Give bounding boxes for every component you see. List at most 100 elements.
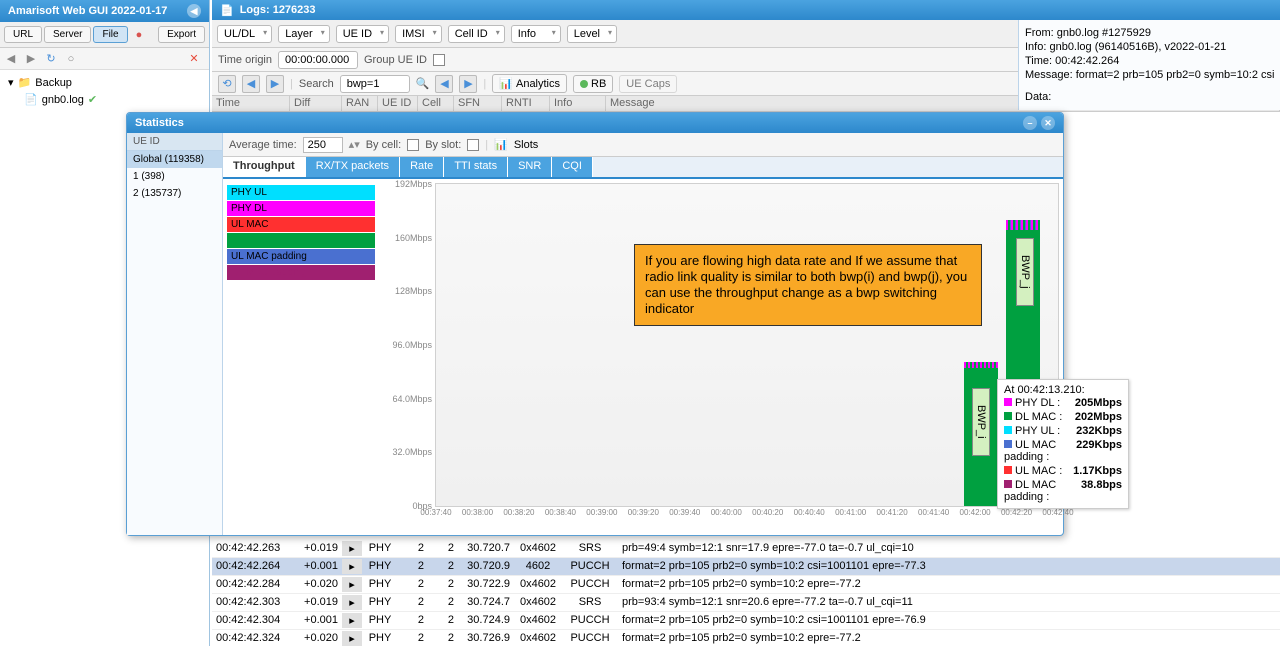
cell-ueid: 2 — [398, 541, 428, 556]
stats-header[interactable]: Statistics – ✕ — [127, 113, 1063, 133]
back-icon[interactable]: ◀ — [3, 51, 19, 67]
search-input[interactable]: bwp=1 — [340, 75, 410, 93]
cell-sfn: 30.724.7 — [458, 595, 514, 610]
separator: | — [485, 139, 488, 151]
ue-item-1[interactable]: 1 (398) — [127, 168, 222, 185]
col-info[interactable]: Info — [550, 96, 606, 111]
rb-button[interactable]: RB — [573, 75, 613, 93]
x-tick-label: 00:40:20 — [752, 508, 783, 517]
col-rnti[interactable]: RNTI — [502, 96, 550, 111]
slots-button[interactable]: Slots — [514, 139, 538, 151]
log-row[interactable]: 00:42:42.264+0.001▸PHY2230.720.94602PUCC… — [212, 558, 1280, 576]
col-cell[interactable]: Cell — [418, 96, 454, 111]
ue-item-2[interactable]: 2 (135737) — [127, 185, 222, 202]
avgtime-input[interactable]: 250 — [303, 137, 343, 153]
close-icon[interactable]: ✕ — [186, 51, 202, 67]
detail-message: Message: format=2 prb=105 prb2=0 symb=10… — [1025, 68, 1274, 82]
imsi-select[interactable]: IMSI — [395, 25, 442, 43]
legend-ulmacpad[interactable]: UL MAC padding — [227, 249, 375, 264]
next-icon[interactable]: ▶ — [266, 75, 284, 93]
tooltip-row: PHY DL :205Mbps — [1004, 396, 1122, 410]
url-button[interactable]: URL — [4, 26, 42, 43]
y-tick-label: 192Mbps — [384, 179, 432, 189]
tree-folder-backup[interactable]: ▾ 📁 Backup — [4, 74, 205, 91]
spinner-up-icon[interactable]: ▴▾ — [349, 138, 360, 151]
find-icon[interactable]: 🔍 — [416, 77, 430, 90]
ueid-select[interactable]: UE ID — [336, 25, 389, 43]
x-tick-label: 00:40:40 — [794, 508, 825, 517]
log-row[interactable]: 00:42:42.304+0.001▸PHY2230.724.90x4602PU… — [212, 612, 1280, 630]
minimize-icon[interactable]: – — [1023, 116, 1037, 130]
refresh-icon[interactable]: ↻ — [43, 51, 59, 67]
col-diff[interactable]: Diff — [290, 96, 342, 111]
byslot-checkbox[interactable] — [467, 139, 479, 151]
tab-rate[interactable]: Rate — [400, 157, 444, 177]
stop-icon[interactable]: ○ — [63, 51, 79, 67]
cell-sfn: 30.726.9 — [458, 631, 514, 646]
layer-select[interactable]: Layer — [278, 25, 330, 43]
cellid-select[interactable]: Cell ID — [448, 25, 505, 43]
cell-sfn: 30.720.7 — [458, 541, 514, 556]
bwp-j-label: BWP_j — [1016, 238, 1034, 306]
level-select[interactable]: Level — [567, 25, 617, 43]
log-row[interactable]: 00:42:42.324+0.020▸PHY2230.726.90x4602PU… — [212, 630, 1280, 646]
cell-layer: PHY — [362, 559, 398, 574]
bycell-checkbox[interactable] — [407, 139, 419, 151]
throughput-chart[interactable]: BWP_i BWP_j If you are flowing high data… — [379, 179, 1063, 535]
forward-icon[interactable]: ▶ — [23, 51, 39, 67]
cell-message: format=2 prb=105 prb2=0 symb=10:2 csi=10… — [618, 559, 1280, 574]
col-ueid[interactable]: UE ID — [378, 96, 418, 111]
slots-chart-icon: 📊 — [494, 138, 508, 151]
logs-title: Logs: 1276233 — [240, 4, 316, 16]
info-select[interactable]: Info — [511, 25, 561, 43]
uldl-select[interactable]: UL/DL — [217, 25, 272, 43]
alert-icon[interactable]: ● — [130, 29, 149, 41]
log-row[interactable]: 00:42:42.303+0.019▸PHY2230.724.70x4602SR… — [212, 594, 1280, 612]
home-icon[interactable]: ⟲ — [218, 75, 236, 93]
server-button[interactable]: Server — [44, 26, 91, 43]
dot-icon — [1004, 398, 1012, 406]
tab-cqi[interactable]: CQI — [552, 157, 593, 177]
analytics-button[interactable]: 📊 Analytics — [492, 74, 567, 93]
nav-toolbar: ◀ ▶ ↻ ○ ✕ — [0, 48, 209, 70]
export-button[interactable]: Export — [158, 26, 205, 43]
col-ran[interactable]: RAN — [342, 96, 378, 111]
x-tick-label: 00:39:40 — [669, 508, 700, 517]
uecaps-button[interactable]: UE Caps — [619, 75, 677, 93]
cell-direction-icon: ▸ — [342, 559, 362, 574]
cell-info: PUCCH — [562, 559, 618, 574]
timeorigin-input[interactable]: 00:00:00.000 — [278, 51, 358, 69]
tree-file-gnb0[interactable]: 📄 gnb0.log ✔ — [4, 91, 205, 108]
groupue-checkbox[interactable] — [433, 54, 445, 66]
rb-dot-icon — [580, 80, 588, 88]
tab-tti[interactable]: TTI stats — [444, 157, 508, 177]
timeorigin-label: Time origin — [218, 54, 272, 66]
stats-tabs: Throughput RX/TX packets Rate TTI stats … — [223, 157, 1063, 179]
cell-layer: PHY — [362, 613, 398, 628]
legend-dlmac[interactable]: DL MAC — [227, 233, 375, 248]
expand-icon[interactable]: ▾ — [8, 76, 14, 89]
sidebar-collapse-icon[interactable]: ◀ — [187, 4, 201, 18]
legend-dlmacpad[interactable]: DL MAC padding — [227, 265, 375, 280]
ue-item-global[interactable]: Global (119358) — [127, 151, 222, 168]
file-button[interactable]: File — [93, 26, 127, 43]
stats-right: Average time: 250 ▴▾ By cell: By slot: |… — [223, 133, 1063, 535]
legend-ulmac[interactable]: UL MAC — [227, 217, 375, 232]
log-row[interactable]: 00:42:42.284+0.020▸PHY2230.722.90x4602PU… — [212, 576, 1280, 594]
tab-snr[interactable]: SNR — [508, 157, 552, 177]
col-sfn[interactable]: SFN — [454, 96, 502, 111]
chart-icon: 📊 — [499, 77, 513, 90]
prev-icon[interactable]: ◀ — [242, 75, 260, 93]
close-window-icon[interactable]: ✕ — [1041, 116, 1055, 130]
cell-time: 00:42:42.324 — [212, 631, 290, 646]
tab-throughput[interactable]: Throughput — [223, 157, 306, 177]
legend-phyul[interactable]: PHY UL — [227, 185, 375, 200]
col-time[interactable]: Time — [212, 96, 290, 111]
log-table: 00:42:42.263+0.019▸PHY2230.720.70x4602SR… — [212, 540, 1280, 646]
find-next-icon[interactable]: ▶ — [459, 75, 477, 93]
legend-phydl[interactable]: PHY DL — [227, 201, 375, 216]
dot-icon — [1004, 412, 1012, 420]
tab-rxtx[interactable]: RX/TX packets — [306, 157, 400, 177]
log-row[interactable]: 00:42:42.263+0.019▸PHY2230.720.70x4602SR… — [212, 540, 1280, 558]
find-prev-icon[interactable]: ◀ — [435, 75, 453, 93]
